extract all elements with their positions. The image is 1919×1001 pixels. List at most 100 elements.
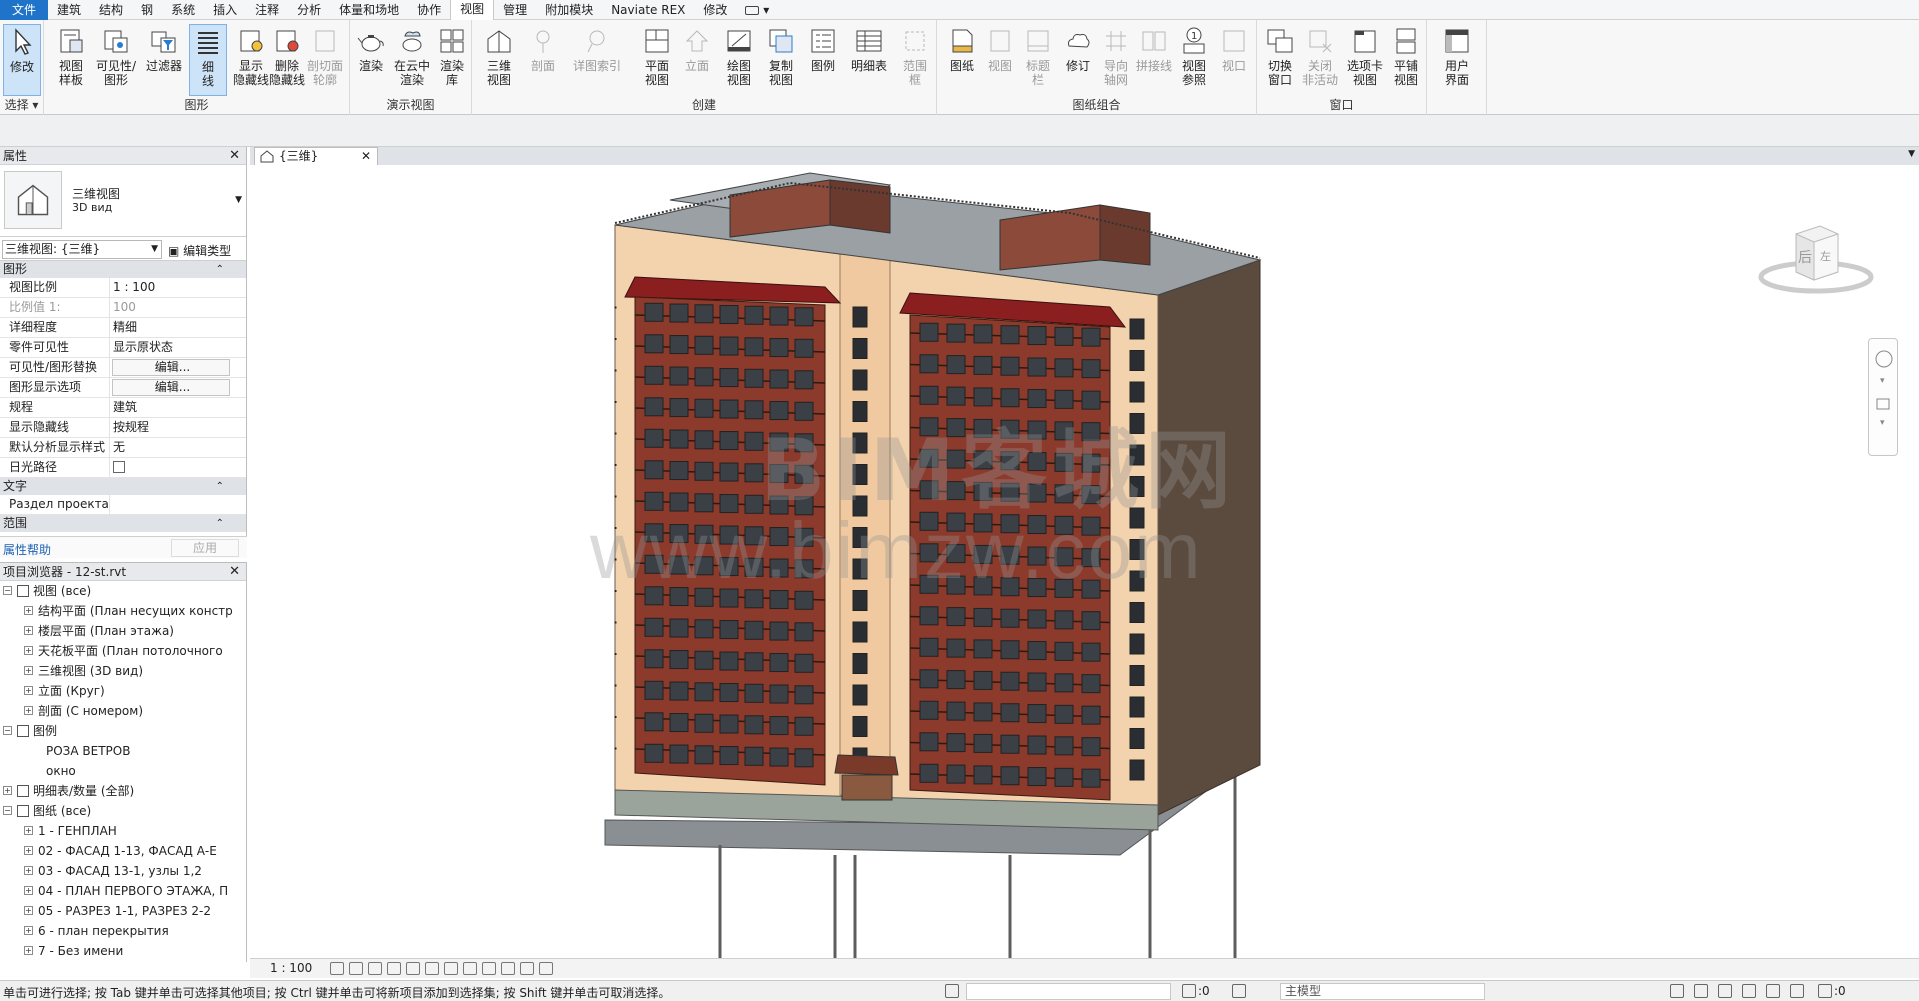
tab-file[interactable]: 文件 [0, 0, 49, 20]
tab-analyze[interactable]: 分析 [288, 0, 330, 20]
select-underlay-icon[interactable] [1694, 984, 1708, 998]
expand-icon[interactable]: + [24, 906, 33, 915]
scope-box-button[interactable]: 范围 框 [896, 24, 934, 96]
tile-views-button[interactable]: 平铺 视图 [1387, 24, 1425, 96]
reveal-hidden-icon[interactable] [501, 962, 515, 975]
expand-icon[interactable]: + [24, 946, 33, 955]
select-by-face-icon[interactable] [1742, 984, 1756, 998]
crop-view-icon[interactable] [425, 962, 439, 975]
tab-view[interactable]: 视图 [450, 0, 495, 20]
expand-icon[interactable]: + [24, 606, 33, 615]
property-value[interactable]: 显示原状态 [110, 338, 228, 357]
schedules-button[interactable]: 明细表 [844, 24, 894, 96]
filter-icon[interactable] [1818, 984, 1832, 998]
tree-node[interactable]: − 图例 [0, 721, 246, 741]
properties-help-link[interactable]: 属性帮助 [3, 541, 51, 558]
place-view-button[interactable]: 视图 [979, 24, 1021, 96]
render-button[interactable]: 渲染 [352, 24, 390, 96]
background-process-icon[interactable] [1790, 984, 1804, 998]
tab-addins[interactable]: 附加模块 [536, 0, 602, 20]
render-dialog-icon[interactable] [406, 962, 420, 975]
tree-node[interactable]: +04 - ПЛАН ПЕРВОГО ЭТАЖА, П [0, 881, 246, 901]
expand-icon[interactable]: + [24, 646, 33, 655]
view-tab-3d[interactable]: {三维} ✕ [254, 147, 378, 165]
lock-view-icon[interactable] [463, 962, 477, 975]
section-range[interactable]: 范围 ⌃ [0, 515, 246, 532]
view-scale[interactable]: 1 : 100 [270, 961, 312, 975]
tree-node[interactable]: + 天花板平面 (План потолочного [0, 641, 246, 661]
detail-level-icon[interactable] [330, 962, 344, 975]
tree-node[interactable]: + 结构平面 (План несущих констр [0, 601, 246, 621]
expand-icon[interactable]: + [24, 886, 33, 895]
thin-lines-button[interactable]: 细 线 [189, 24, 227, 96]
shadows-icon[interactable] [387, 962, 401, 975]
plan-views-button[interactable]: 平面 视图 [636, 24, 678, 96]
viewports-button[interactable]: 视口 [1213, 24, 1255, 96]
expand-icon[interactable]: + [3, 786, 12, 795]
view-template-button[interactable]: 视图 样板 [50, 24, 92, 96]
legends-button[interactable]: 图例 [802, 24, 844, 96]
tree-node[interactable]: +02 - ФАСАД 1-13, ФАСАД А-Е [0, 841, 246, 861]
tree-node[interactable]: + 立面 (Круг) [0, 681, 246, 701]
tree-node[interactable]: + 三维视图 (3D вид) [0, 661, 246, 681]
tab-modify[interactable]: 修改 [694, 0, 736, 20]
property-value[interactable] [110, 495, 228, 514]
expand-icon[interactable]: + [24, 866, 33, 875]
steering-wheel-icon[interactable] [1875, 350, 1893, 368]
expand-icon[interactable]: + [24, 926, 33, 935]
group-select-label[interactable]: 选择 ▾ [0, 96, 43, 113]
expand-icon[interactable]: + [24, 706, 33, 715]
visual-style-icon[interactable] [349, 962, 363, 975]
expand-icon[interactable]: + [24, 846, 33, 855]
edit-type-button[interactable]: ▣ 编辑类型 [168, 242, 231, 259]
tree-node[interactable]: − 视图 (все) [0, 581, 246, 601]
tab-massing-site[interactable]: 体量和场地 [330, 0, 408, 20]
sun-path-icon[interactable] [368, 962, 382, 975]
tab-collaborate[interactable]: 协作 [408, 0, 450, 20]
collapse-icon[interactable]: − [3, 806, 12, 815]
tree-node[interactable]: +03 - ФАСАД 13-1, узлы 1,2 [0, 861, 246, 881]
edit-button[interactable]: 编辑... [112, 379, 230, 396]
tree-node[interactable]: +7 - Без имени [0, 941, 246, 961]
collapse-icon[interactable]: − [3, 726, 12, 735]
user-interface-button[interactable]: 用户 界面 [1433, 24, 1481, 96]
property-value[interactable]: 1 : 100 [110, 278, 228, 297]
chevron-down-icon[interactable]: ▼ [235, 195, 242, 205]
matchline-button[interactable]: 拼接线 [1133, 24, 1175, 96]
temp-view-props-icon[interactable] [520, 962, 534, 975]
revisions-button[interactable]: 修订 [1057, 24, 1099, 96]
highlight-displacement-icon[interactable] [539, 962, 553, 975]
elevation-button[interactable]: 立面 [676, 24, 718, 96]
cut-profile-button[interactable]: 剖切面 轮廓 [304, 24, 346, 96]
close-icon[interactable]: ✕ [229, 147, 240, 165]
guide-grid-button[interactable]: 导向 轴网 [1095, 24, 1137, 96]
viewcube-left-face[interactable]: 左 [1820, 250, 1831, 263]
tree-node[interactable]: +05 - РАЗРЕЗ 1-1, РАЗРЕЗ 2-2 [0, 901, 246, 921]
panel-toggle-button[interactable]: ▾ [736, 0, 778, 20]
duplicate-view-button[interactable]: 复制 视图 [760, 24, 802, 96]
select-pinned-icon[interactable] [1718, 984, 1732, 998]
tree-node[interactable]: − 图纸 (все) [0, 801, 246, 821]
callout-button[interactable]: 详图索引 [567, 24, 627, 96]
tab-manage[interactable]: 管理 [494, 0, 536, 20]
expand-icon[interactable]: + [24, 626, 33, 635]
close-icon[interactable]: ✕ [229, 563, 240, 581]
workset-dropdown[interactable] [966, 983, 1171, 1000]
sun-path-checkbox[interactable] [113, 460, 125, 473]
show-crop-icon[interactable] [444, 962, 458, 975]
zoom-icon[interactable] [1876, 398, 1890, 410]
tab-insert[interactable]: 插入 [204, 0, 246, 20]
select-count-icon[interactable] [1182, 984, 1196, 998]
design-options-icon[interactable] [1232, 984, 1246, 998]
close-inactive-button[interactable]: 关闭 非活动 [1299, 24, 1341, 96]
modify-button[interactable]: 修改 [3, 24, 41, 96]
switch-windows-button[interactable]: 切换 窗口 [1259, 24, 1301, 96]
property-value[interactable]: 100 [110, 298, 228, 317]
render-cloud-button[interactable]: 在云中 渲染 [390, 24, 434, 96]
tree-node[interactable]: + 楼层平面 (План этажа) [0, 621, 246, 641]
instance-selector[interactable]: 三维视图: {三维} ▼ [2, 240, 162, 259]
property-value[interactable]: 精细 [110, 318, 228, 337]
viewcube-back-face[interactable]: 后 [1798, 250, 1812, 266]
tab-naviate-rex[interactable]: Naviate REX [602, 0, 694, 20]
worksets-icon[interactable] [945, 984, 959, 998]
